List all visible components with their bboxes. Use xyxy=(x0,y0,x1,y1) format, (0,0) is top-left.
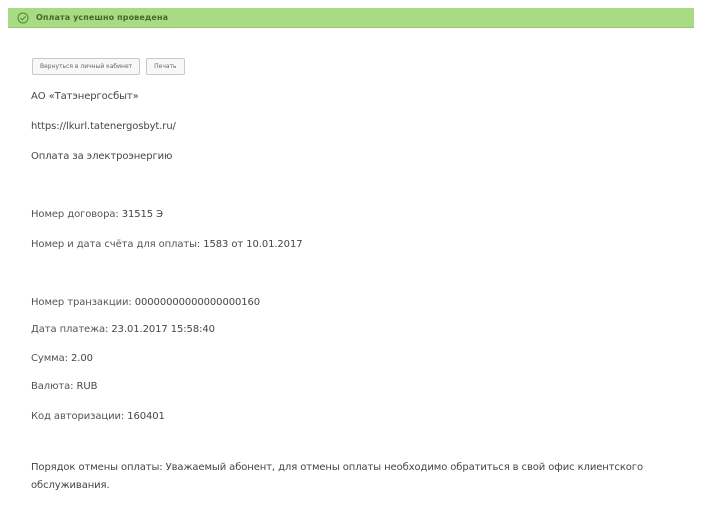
success-banner: Оплата успешно проведена xyxy=(8,8,694,28)
currency-label: Валюта: xyxy=(31,381,74,392)
payment-date-label: Дата платежа: xyxy=(31,324,109,335)
invoice-label: Номер и дата счёта для оплаты: xyxy=(31,239,201,250)
merchant-name: АО «Татэнергосбыт» xyxy=(31,91,139,102)
action-buttons: Вернуться в личный кабинет Печать xyxy=(32,58,191,75)
payment-date-value: 23.01.2017 15:58:40 xyxy=(111,324,215,335)
success-message: Оплата успешно проведена xyxy=(36,13,169,22)
transaction-row: Номер транзакции: 00000000000000000160 xyxy=(31,297,260,308)
sum-value: 2.00 xyxy=(70,353,93,364)
sum-label: Сумма: xyxy=(31,353,68,364)
currency-row: Валюта: RUB xyxy=(31,381,97,392)
auth-code-value: 160401 xyxy=(127,411,165,422)
sum-row: Сумма: 2.00 xyxy=(31,353,93,364)
invoice-value: 1583 от 10.01.2017 xyxy=(203,239,303,250)
service-name: Оплата за электроэнергию xyxy=(31,151,173,162)
auth-code-row: Код авторизации: 160401 xyxy=(31,411,165,422)
contract-number-label: Номер договора: xyxy=(31,209,119,220)
transaction-value: 00000000000000000160 xyxy=(134,297,261,308)
cancel-note: Порядок отмены оплаты: Уважаемый абонент… xyxy=(31,462,643,491)
merchant-url: https://lkurl.tatenergosbyt.ru/ xyxy=(31,121,176,132)
print-button[interactable]: Печать xyxy=(146,58,185,75)
back-to-account-button[interactable]: Вернуться в личный кабинет xyxy=(32,58,141,75)
transaction-label: Номер транзакции: xyxy=(31,297,132,308)
contract-number-value: 31515 Э xyxy=(121,209,163,220)
auth-code-label: Код авторизации: xyxy=(31,411,125,422)
check-circle-icon xyxy=(17,12,29,24)
currency-value: RUB xyxy=(76,381,98,392)
payment-date-row: Дата платежа: 23.01.2017 15:58:40 xyxy=(31,324,215,335)
contract-number-row: Номер договора: 31515 Э xyxy=(31,209,163,220)
invoice-row: Номер и дата счёта для оплаты: 1583 от 1… xyxy=(31,239,303,250)
